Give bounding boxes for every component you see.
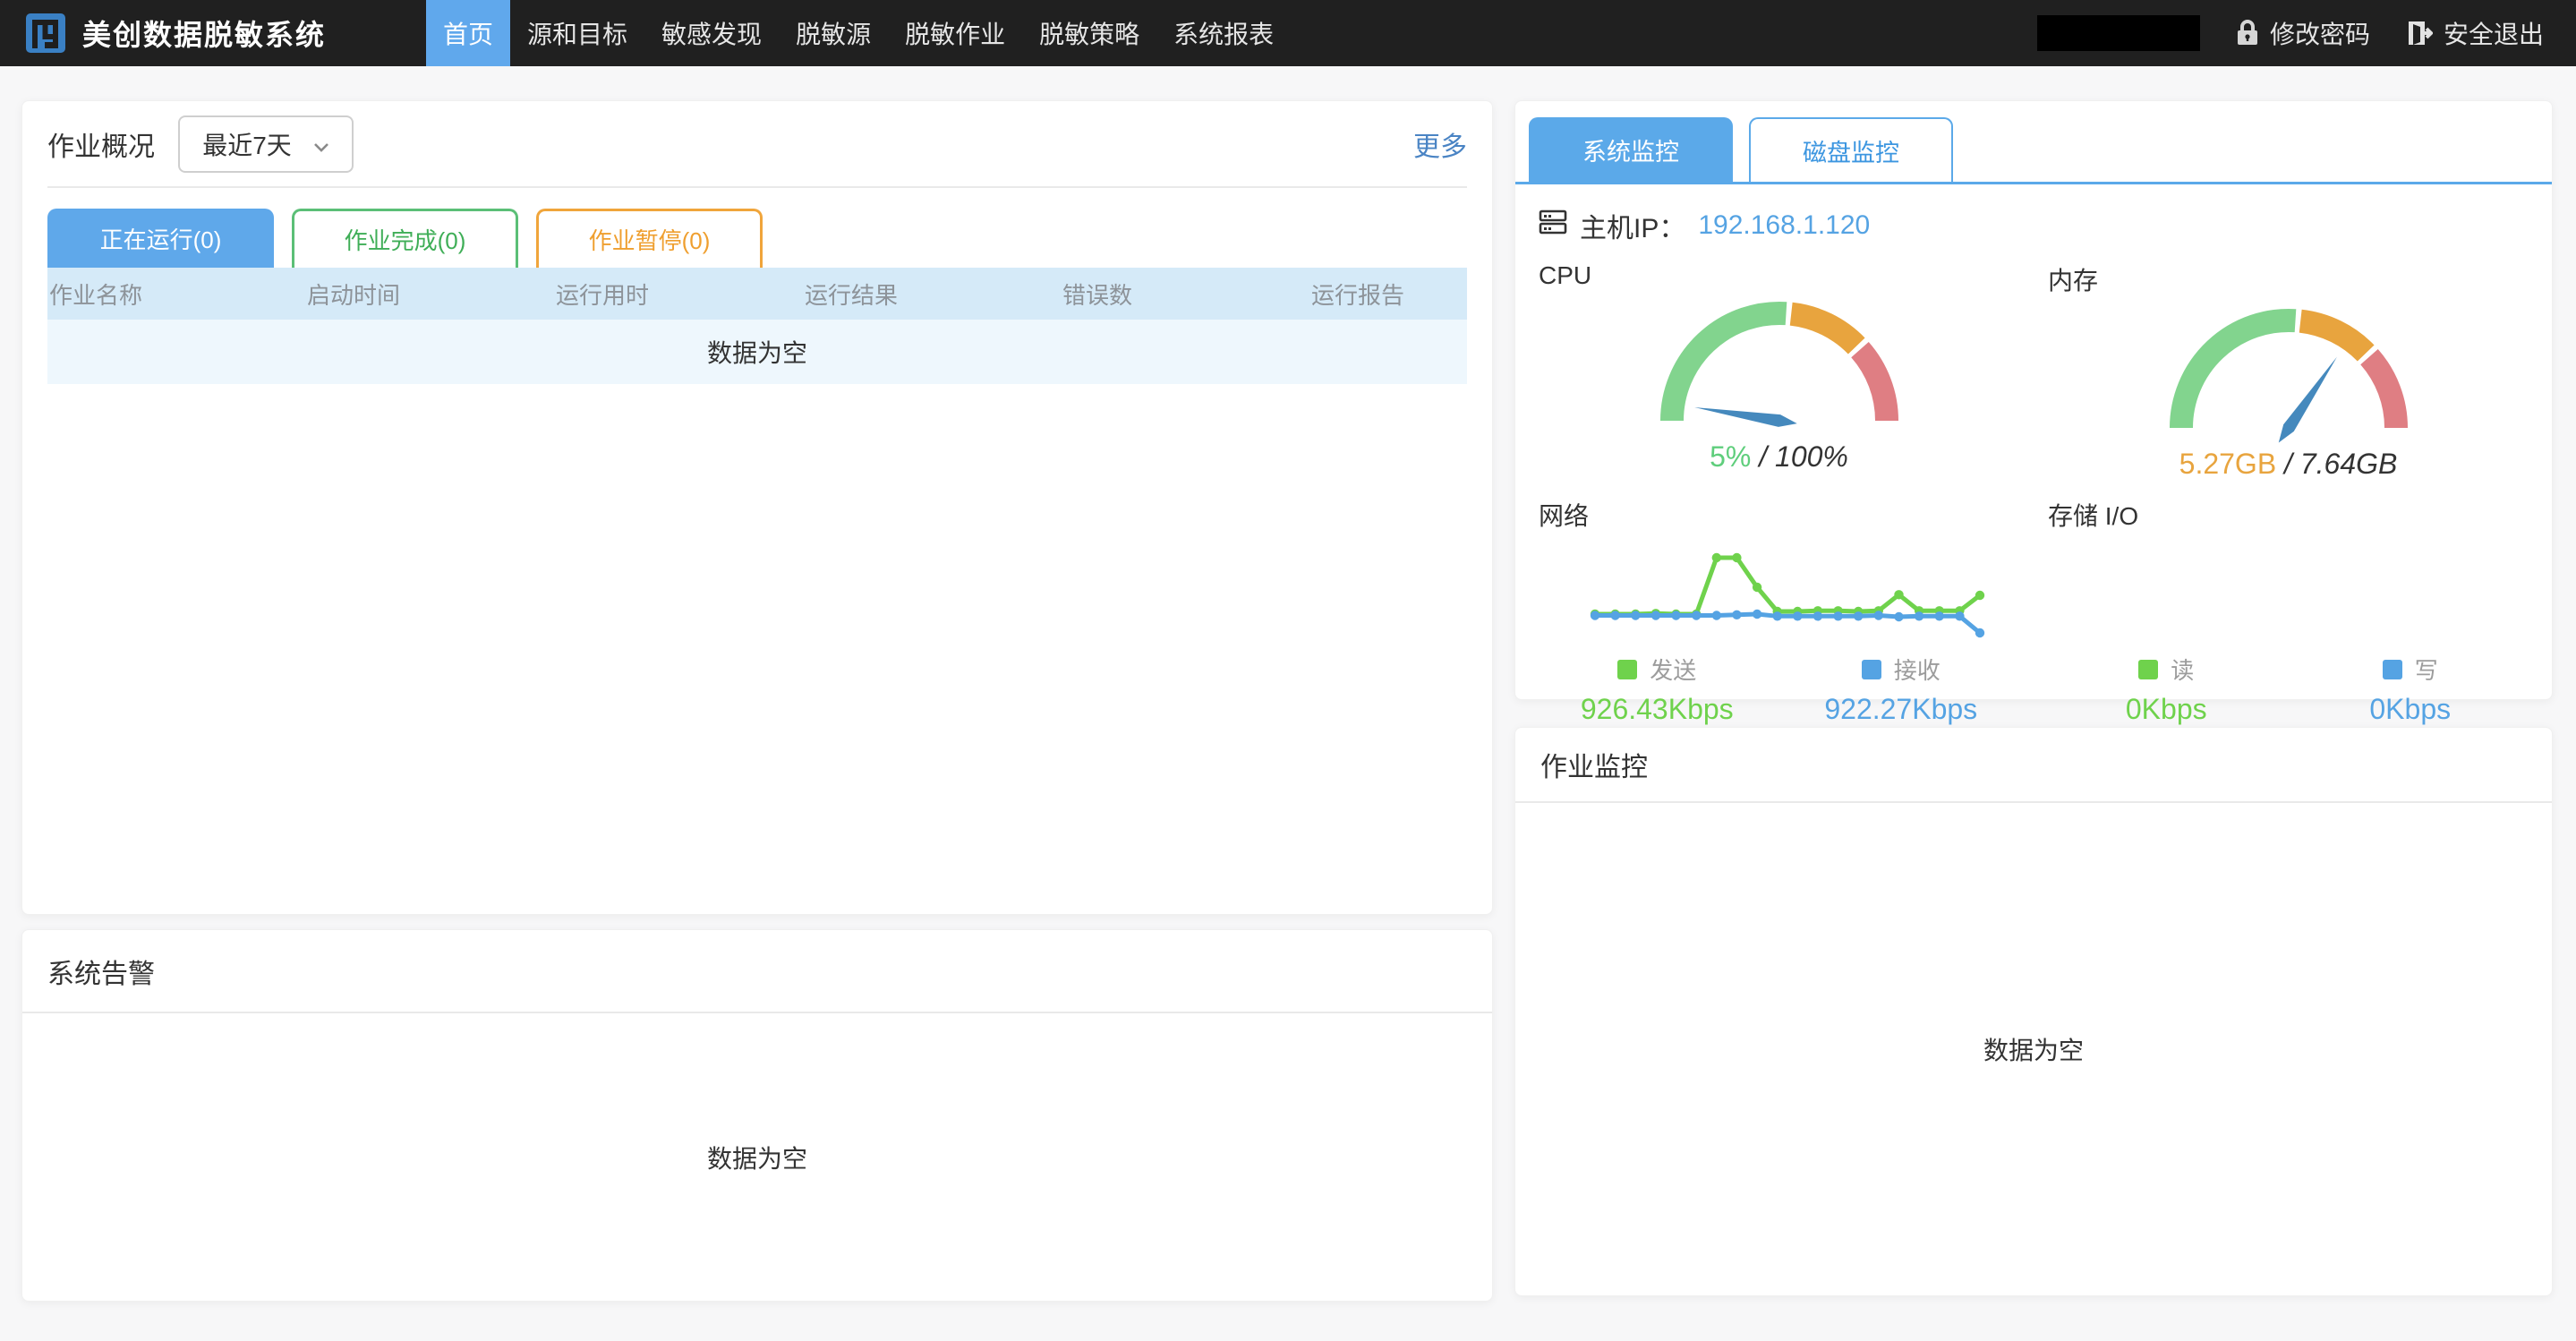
change-password-button[interactable]: 修改密码 [2236, 15, 2370, 51]
cpu-gauge-cell: CPU 5% / 100% [1535, 245, 2023, 481]
cpu-gauge-chart: 5% / 100% [1535, 290, 2023, 474]
job-status-tab-0[interactable]: 正在运行(0) [47, 209, 274, 268]
job-overview-header: 作业概况 最近7天 更多 [47, 101, 1467, 188]
monitor-tabs: 系统监控磁盘监控 [1515, 101, 2552, 184]
job-table-empty-row: 数据为空 [47, 320, 1467, 384]
chevron-down-icon [313, 130, 329, 158]
legend-swatch-icon [1617, 660, 1637, 679]
host-ip-value: 192.168.1.120 [1698, 210, 1870, 241]
job-overview-panel: 作业概况 最近7天 更多 正在运行(0) 作业完成(0) 作业暂停(0) 作业名称启… [21, 100, 1493, 915]
job-table-col-3: 运行结果 [803, 278, 1061, 311]
io_line-legend: 读0Kbps写0Kbps [2044, 653, 2532, 726]
job-monitor-title: 作业监控 [1540, 745, 1648, 784]
left-column: 作业概况 最近7天 更多 正在运行(0) 作业完成(0) 作业暂停(0) 作业名称启… [21, 100, 1493, 1302]
logout-label: 安全退出 [2444, 15, 2544, 51]
top-navbar: 美创数据脱敏系统 首页源和目标敏感发现脱敏源脱敏作业脱敏策略系统报表 修改密码 [0, 0, 2576, 66]
job-table-header: 作业名称启动时间运行用时运行结果错误数运行报告 [47, 268, 1467, 320]
monitor-panel: 系统监控磁盘监控 主机IP： 192.168.1.120 CPU 5% / 10… [1514, 100, 2553, 700]
legend-swatch-icon [1862, 660, 1881, 679]
monitor-grid: CPU 5% / 100% 内存 5.27GB / 7.64GB 网络 发送92… [1515, 245, 2552, 726]
memory-label: 内存 [2048, 261, 2532, 297]
app-title: 美创数据脱敏系统 [82, 13, 326, 54]
date-range-select[interactable]: 最近7天 [178, 115, 354, 173]
lock-icon [2236, 20, 2259, 47]
job-table-empty-text: 数据为空 [707, 334, 807, 370]
app-logo-icon [25, 13, 66, 54]
job-table-col-5: 运行报告 [1309, 278, 1469, 311]
job-status-tab-1[interactable]: 作业完成(0) [292, 209, 518, 268]
network-chart-cell: 网络 发送926.43Kbps接收922.27Kbps [1535, 481, 2023, 726]
legend-swatch-icon [2138, 660, 2158, 679]
system-alerts-header: 系统告警 [22, 930, 1492, 1013]
host-ip-label: 主机IP： [1580, 206, 1685, 245]
storage-io-label: 存储 I/O [2048, 497, 2532, 533]
navbar-right: 修改密码 安全退出 [2037, 0, 2544, 66]
job-overview-title: 作业概况 [47, 124, 155, 164]
net_line-legend-0: 发送926.43Kbps [1535, 653, 1779, 726]
username-redacted [2037, 15, 2200, 51]
io_line-legend-0: 读0Kbps [2044, 653, 2289, 726]
date-range-value: 最近7天 [202, 126, 292, 162]
job-monitor-empty-text: 数据为空 [1515, 803, 2552, 1295]
nav-item-3[interactable]: 脱敏源 [779, 0, 888, 66]
nav-item-5[interactable]: 脱敏策略 [1022, 0, 1156, 66]
storage-io-chart: 读0Kbps写0Kbps [2044, 538, 2532, 726]
system-alerts-panel: 系统告警 数据为空 [21, 929, 1493, 1302]
more-link[interactable]: 更多 [1413, 124, 1467, 164]
mem_gauge-value: 5.27GB / 7.64GB [2044, 448, 2532, 481]
nav-item-4[interactable]: 脱敏作业 [888, 0, 1022, 66]
change-password-label: 修改密码 [2270, 15, 2370, 51]
cpu_gauge-value: 5% / 100% [1535, 440, 2023, 474]
storage-io-cell: 存储 I/O 读0Kbps写0Kbps [2044, 481, 2532, 726]
nav-item-6[interactable]: 系统报表 [1156, 0, 1291, 66]
cpu-label: CPU [1539, 261, 2023, 290]
exit-door-icon [2406, 20, 2433, 47]
memory-gauge-cell: 内存 5.27GB / 7.64GB [2044, 245, 2532, 481]
main-nav: 首页源和目标敏感发现脱敏源脱敏作业脱敏策略系统报表 [426, 0, 1291, 66]
right-column: 系统监控磁盘监控 主机IP： 192.168.1.120 CPU 5% / 10… [1514, 100, 2553, 1296]
io_line-legend-1: 写0Kbps [2289, 653, 2533, 726]
network-line-chart: 发送926.43Kbps接收922.27Kbps [1535, 538, 2023, 726]
monitor-tab-1[interactable]: 磁盘监控 [1749, 117, 1953, 182]
nav-item-0[interactable]: 首页 [426, 0, 510, 66]
job-status-tabs: 正在运行(0) 作业完成(0) 作业暂停(0) [47, 209, 1467, 268]
network-label: 网络 [1539, 497, 2023, 533]
net_line-legend-1: 接收922.27Kbps [1779, 653, 2024, 726]
system-alerts-empty-text: 数据为空 [22, 1013, 1492, 1301]
nav-item-1[interactable]: 源和目标 [510, 0, 644, 66]
job-table-col-1: 启动时间 [305, 278, 554, 311]
monitor-tab-0[interactable]: 系统监控 [1529, 117, 1733, 182]
brand-area: 美创数据脱敏系统 [0, 0, 326, 66]
nav-item-2[interactable]: 敏感发现 [644, 0, 779, 66]
job-table-col-2: 运行用时 [554, 278, 803, 311]
memory-gauge-chart: 5.27GB / 7.64GB [2044, 297, 2532, 481]
system-alerts-title: 系统告警 [47, 952, 155, 991]
page-content: 作业概况 最近7天 更多 正在运行(0) 作业完成(0) 作业暂停(0) 作业名称启… [0, 66, 2576, 1302]
job-status-tab-2[interactable]: 作业暂停(0) [536, 209, 763, 268]
job-monitor-header: 作业监控 [1515, 728, 2552, 803]
job-monitor-panel: 作业监控 数据为空 [1514, 727, 2553, 1296]
legend-swatch-icon [2383, 660, 2402, 679]
net_line-legend: 发送926.43Kbps接收922.27Kbps [1535, 653, 2023, 726]
host-ip-row: 主机IP： 192.168.1.120 [1539, 206, 2552, 245]
logout-button[interactable]: 安全退出 [2406, 15, 2544, 51]
job-table-col-4: 错误数 [1061, 278, 1309, 311]
server-icon [1539, 209, 1567, 243]
job-table-col-0: 作业名称 [47, 278, 305, 311]
